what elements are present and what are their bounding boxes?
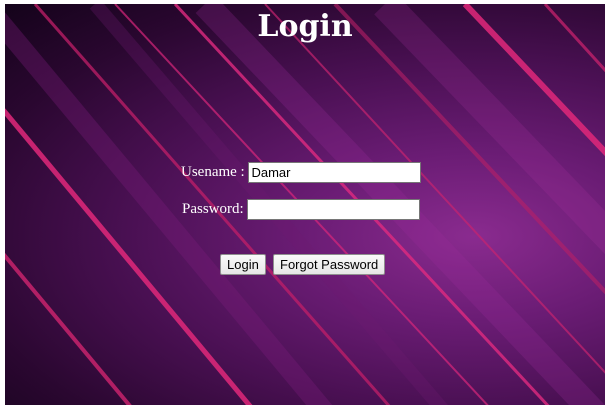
- username-label: Usename :: [181, 164, 249, 180]
- page-title: Login: [257, 9, 353, 44]
- login-page-background: Login Usename : Password: Login Forgot P…: [5, 4, 605, 405]
- username-row: Usename :: [181, 162, 422, 183]
- login-button[interactable]: Login: [220, 254, 266, 275]
- forgot-password-button[interactable]: Forgot Password: [273, 254, 386, 275]
- username-input[interactable]: [248, 162, 422, 183]
- password-label: Password:: [182, 201, 248, 217]
- password-input[interactable]: [247, 199, 421, 220]
- password-row: Password:: [182, 199, 421, 220]
